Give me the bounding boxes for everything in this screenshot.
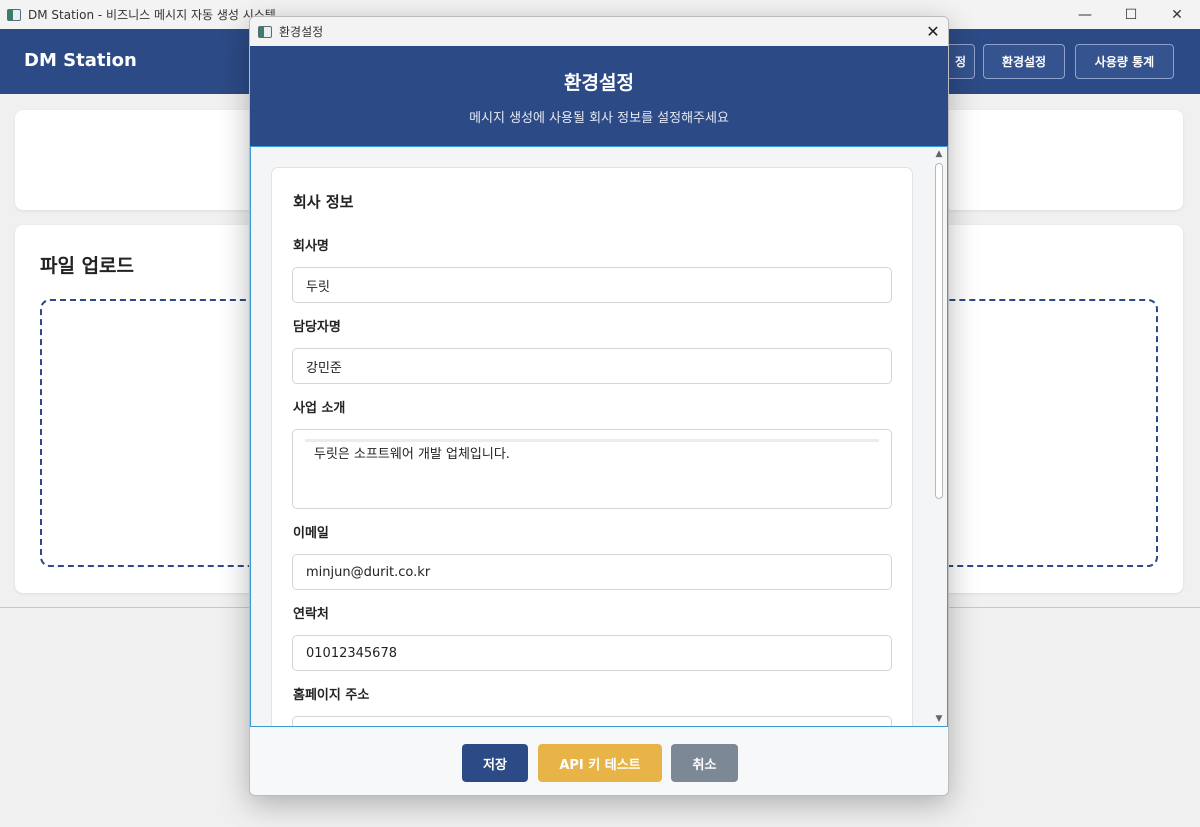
textarea-top-line: [305, 439, 879, 442]
app-icon: [7, 8, 21, 21]
business-intro-text: 두릿은 소프트웨어 개발 업체입니다.: [314, 447, 510, 462]
dialog-window-title: 환경설정: [279, 25, 324, 39]
dialog-scroll-area[interactable]: 회사 정보 회사명 두릿 담당자명 강민준 사업 소개 두릿은 소프트웨어 개발…: [250, 146, 948, 727]
cancel-button[interactable]: 취소: [671, 744, 738, 782]
scroll-up-icon[interactable]: ▲: [931, 147, 947, 161]
manager-name-label: 담당자명: [293, 320, 341, 335]
maximize-icon[interactable]: ☐: [1108, 0, 1154, 29]
settings-dialog: 환경설정 ✕ 환경설정 메시지 생성에 사용될 회사 정보를 설정해주세요 회사…: [249, 16, 949, 796]
scrollbar[interactable]: ▲ ▼: [931, 147, 947, 726]
homepage-label: 홈페이지 주소: [293, 688, 370, 703]
close-icon[interactable]: ✕: [1154, 0, 1200, 29]
dialog-footer: 저장 API 키 테스트 취소: [250, 727, 948, 795]
window-controls: — ☐ ✕: [1062, 0, 1200, 29]
dialog-header: 환경설정 메시지 생성에 사용될 회사 정보를 설정해주세요: [250, 46, 948, 146]
save-button[interactable]: 저장: [462, 744, 528, 782]
scrollbar-thumb[interactable]: [935, 163, 943, 499]
phone-input[interactable]: 01012345678: [292, 635, 892, 671]
homepage-input[interactable]: [292, 716, 892, 726]
manager-name-input[interactable]: 강민준: [292, 348, 892, 384]
dialog-titlebar: 환경설정 ✕: [250, 17, 948, 46]
settings-button[interactable]: 환경설정: [983, 44, 1065, 79]
company-name-input[interactable]: 두릿: [292, 267, 892, 303]
dialog-app-icon: [258, 25, 272, 38]
business-intro-textarea[interactable]: 두릿은 소프트웨어 개발 업체입니다.: [292, 429, 892, 509]
dialog-header-title: 환경설정: [564, 72, 634, 94]
api-key-test-button[interactable]: API 키 테스트: [538, 744, 662, 782]
email-input[interactable]: minjun@durit.co.kr: [292, 554, 892, 590]
dialog-close-icon[interactable]: ✕: [918, 17, 948, 46]
usage-stats-button[interactable]: 사용량 통계: [1075, 44, 1174, 79]
company-info-card: 회사 정보 회사명 두릿 담당자명 강민준 사업 소개 두릿은 소프트웨어 개발…: [271, 167, 913, 726]
main-window-title: DM Station - 비즈니스 메시지 자동 생성 시스템: [28, 8, 276, 22]
scroll-down-icon[interactable]: ▼: [931, 712, 947, 726]
section-title: 회사 정보: [293, 193, 354, 211]
brand-title: DM Station: [24, 50, 137, 71]
phone-label: 연락처: [293, 607, 329, 622]
minimize-icon[interactable]: —: [1062, 0, 1108, 29]
upload-card-title: 파일 업로드: [40, 255, 135, 277]
email-label: 이메일: [293, 526, 329, 541]
company-name-label: 회사명: [293, 239, 329, 254]
business-intro-label: 사업 소개: [293, 401, 346, 416]
dialog-header-subtitle: 메시지 생성에 사용될 회사 정보를 설정해주세요: [469, 111, 729, 126]
